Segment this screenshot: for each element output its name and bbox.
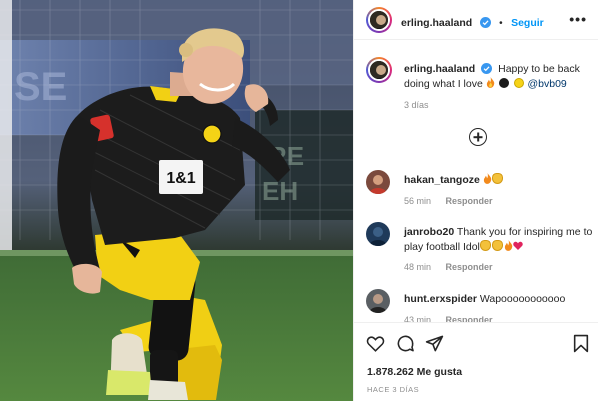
- author-username[interactable]: erling.haaland: [401, 17, 472, 29]
- clap-emoji-icon: [492, 240, 504, 251]
- clap-emoji-icon: [492, 173, 504, 184]
- verified-badge-icon: [481, 63, 493, 74]
- fire-emoji-icon: [486, 77, 495, 88]
- save-bookmark-icon[interactable]: [573, 334, 589, 353]
- follow-button[interactable]: Seguir: [511, 17, 544, 29]
- add-comment-icon[interactable]: [469, 128, 487, 146]
- comment-username[interactable]: hakan_tangoze: [404, 174, 480, 186]
- commenter-avatar[interactable]: [366, 170, 390, 194]
- yellow-circle-emoji-icon: [513, 78, 524, 88]
- caption-time: 3 días: [404, 100, 429, 110]
- commenter-avatar-image: [366, 170, 390, 194]
- commenter-avatar-image: [366, 222, 390, 246]
- post-caption: erling.haaland Happy to be back doing wh…: [404, 62, 594, 113]
- reply-button[interactable]: Responder: [446, 196, 493, 206]
- caption-username[interactable]: erling.haaland: [404, 63, 475, 75]
- fire-emoji-icon: [483, 173, 492, 184]
- comment-username[interactable]: hunt.erxspider: [404, 293, 477, 305]
- more-options-icon[interactable]: •••: [569, 11, 587, 27]
- post-photo[interactable]: SE RE EH 1&1: [0, 0, 353, 401]
- comment-item: janrobo20 Thank you for inspiring me to …: [366, 222, 596, 277]
- commenter-avatar[interactable]: [366, 289, 390, 313]
- verified-badge-icon: [479, 17, 491, 28]
- svg-text:EH: EH: [262, 176, 298, 206]
- post-actions: 1.878.262 Me gusta HACE 3 DÍAS: [354, 322, 598, 401]
- caption-avatar-image: [370, 61, 388, 79]
- post-date: HACE 3 DÍAS: [367, 385, 420, 394]
- svg-text:SE: SE: [14, 65, 67, 109]
- caption-author-avatar[interactable]: [366, 57, 392, 83]
- comment-time: 56 min: [404, 196, 432, 206]
- fire-emoji-icon: [504, 240, 513, 251]
- comment-time: 48 min: [404, 262, 432, 272]
- reply-button[interactable]: Responder: [446, 262, 493, 272]
- post-side-panel: erling.haaland • Seguir ••• erling.haala…: [353, 0, 598, 401]
- comment-username[interactable]: janrobo20: [404, 226, 454, 238]
- comment-text: Wapooooooooooo: [479, 293, 566, 305]
- clap-emoji-icon: [480, 240, 492, 251]
- comment-meta: 48 min Responder: [404, 262, 493, 272]
- commenter-avatar[interactable]: [366, 222, 390, 246]
- caption-mention-link[interactable]: @bvb09: [528, 78, 567, 90]
- author-avatar-image: [370, 11, 388, 29]
- author-avatar[interactable]: [366, 7, 392, 33]
- separator-dot: •: [499, 18, 503, 29]
- comment-meta: 56 min Responder: [404, 196, 493, 206]
- jersey-sponsor-text: 1&1: [166, 170, 195, 187]
- red-heart-emoji-icon: [513, 241, 523, 250]
- likes-count[interactable]: 1.878.262 Me gusta: [367, 366, 462, 378]
- comment-item: hakan_tangoze 56 min Responder: [366, 170, 596, 210]
- like-heart-icon[interactable]: [366, 335, 385, 352]
- commenter-avatar-image: [366, 289, 390, 313]
- instagram-post-view: SE RE EH 1&1 erling.haaland • Seguir •••…: [0, 0, 598, 401]
- photo-illustration: SE RE EH 1&1: [0, 0, 353, 401]
- black-circle-emoji-icon: [498, 78, 509, 88]
- share-plane-icon[interactable]: [425, 334, 444, 353]
- comment-bubble-icon[interactable]: [396, 334, 415, 353]
- post-header: erling.haaland • Seguir •••: [354, 0, 598, 40]
